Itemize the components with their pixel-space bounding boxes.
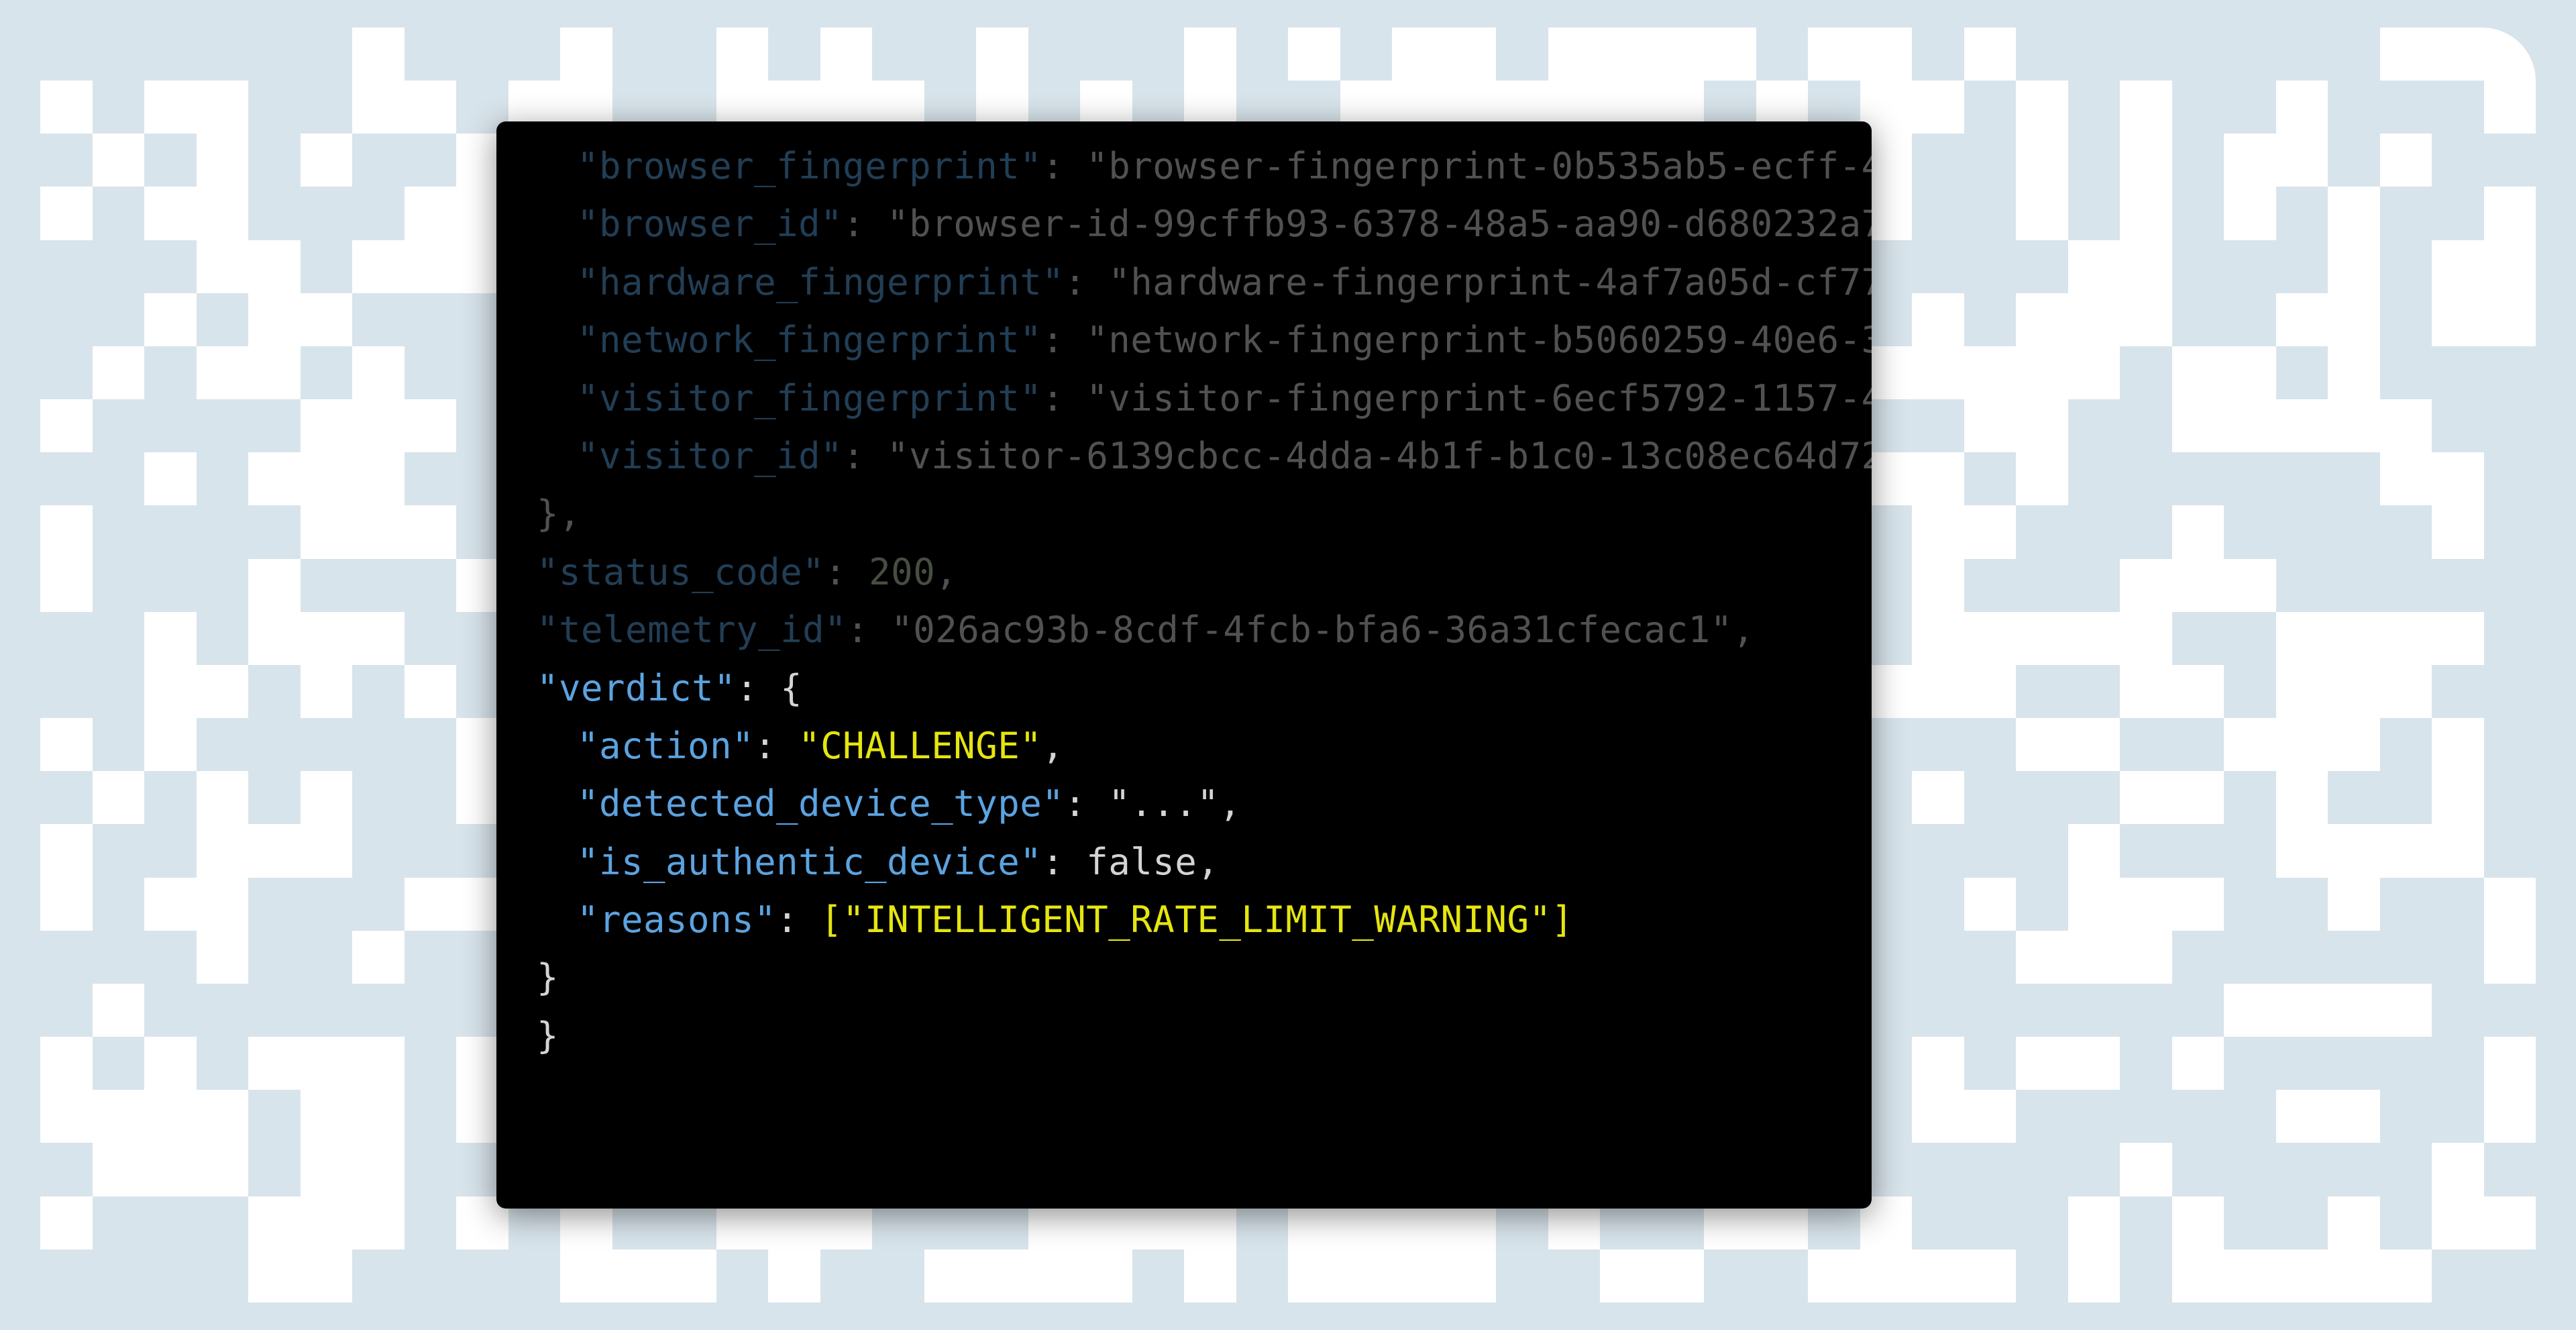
line-browser-fingerprint: "browser_fingerprint": "browser-fingerpr… xyxy=(496,138,1872,195)
line-reasons: "reasons": ["INTELLIGENT_RATE_LIMIT_WARN… xyxy=(496,891,1872,949)
json-key: "is_authentic_device" xyxy=(577,841,1042,883)
json-colon: : xyxy=(847,609,891,651)
json-colon: : xyxy=(736,667,780,709)
json-key: "visitor_fingerprint" xyxy=(577,377,1042,419)
line-verdict-close: } xyxy=(496,949,1872,1007)
json-comma: , xyxy=(1197,841,1219,883)
json-brace: }, xyxy=(537,493,581,535)
json-key: "hardware_fingerprint" xyxy=(577,261,1064,303)
json-comma: , xyxy=(1733,609,1755,651)
json-comma: , xyxy=(935,551,957,593)
json-key: "telemetry_id" xyxy=(537,609,847,651)
json-key: "status_code" xyxy=(537,551,824,593)
json-value: "hardware-fingerprint-4af7a05d-cf77-4f xyxy=(1108,261,1872,303)
json-colon: : xyxy=(843,203,887,245)
line-status-code: "status_code": 200, xyxy=(496,544,1872,601)
json-key: "detected_device_type" xyxy=(577,782,1064,825)
json-key: "reasons" xyxy=(577,899,776,941)
json-colon: : xyxy=(1042,841,1086,883)
json-value: "visitor-fingerprint-6ecf5792-1157-41ad xyxy=(1086,377,1872,419)
json-colon: : xyxy=(1042,319,1086,361)
json-value: false xyxy=(1086,841,1197,883)
line-action: "action": "CHALLENGE", xyxy=(496,717,1872,775)
json-colon: : xyxy=(843,435,887,477)
line-detected-device-type: "detected_device_type": "...", xyxy=(496,775,1872,833)
line-is-authentic-device: "is_authentic_device": false, xyxy=(496,833,1872,891)
json-brace: } xyxy=(537,956,559,999)
json-key: "network_fingerprint" xyxy=(577,319,1042,361)
line-visitor-fingerprint: "visitor_fingerprint": "visitor-fingerpr… xyxy=(496,370,1872,427)
line-verdict: "verdict": { xyxy=(496,660,1872,717)
json-brace: } xyxy=(537,1015,559,1057)
json-key: "visitor_id" xyxy=(577,435,843,477)
json-key: "browser_id" xyxy=(577,203,843,245)
json-colon: : xyxy=(1064,782,1108,825)
line-root-close: } xyxy=(496,1007,1872,1065)
json-value: "..." xyxy=(1108,782,1219,825)
json-colon: : xyxy=(1042,377,1086,419)
json-brace: { xyxy=(780,667,802,709)
json-colon: : xyxy=(824,551,869,593)
json-key: "action" xyxy=(577,725,754,767)
json-key: "browser_fingerprint" xyxy=(577,145,1042,187)
json-value: 200 xyxy=(869,551,935,593)
line-browser-id: "browser_id": "browser-id-99cffb93-6378-… xyxy=(496,195,1872,253)
json-colon: : xyxy=(776,899,820,941)
json-value: "browser-fingerprint-0b535ab5-ecff-4bc9 xyxy=(1086,145,1872,187)
code-panel: "browser_fingerprint": "browser-fingerpr… xyxy=(496,121,1872,1209)
line-close-brace: }, xyxy=(496,485,1872,543)
line-network-fingerprint: "network_fingerprint": "network-fingerpr… xyxy=(496,311,1872,369)
json-colon: : xyxy=(1042,145,1086,187)
json-colon: : xyxy=(1064,261,1108,303)
json-value: "CHALLENGE" xyxy=(798,725,1042,767)
json-value: ["INTELLIGENT_RATE_LIMIT_WARNING"] xyxy=(820,899,1573,941)
line-telemetry-id: "telemetry_id": "026ac93b-8cdf-4fcb-bfa6… xyxy=(496,601,1872,659)
json-value: "browser-id-99cffb93-6378-48a5-aa90-d680… xyxy=(887,203,1872,245)
line-visitor-id: "visitor_id": "visitor-6139cbcc-4dda-4b1… xyxy=(496,427,1872,485)
json-comma: , xyxy=(1219,782,1241,825)
json-colon: : xyxy=(754,725,798,767)
line-hardware-fingerprint: "hardware_fingerprint": "hardware-finger… xyxy=(496,254,1872,311)
json-value: "visitor-6139cbcc-4dda-4b1f-b1c0-13c08ec… xyxy=(887,435,1872,477)
json-key: "verdict" xyxy=(537,667,736,709)
pixel-container: "browser_fingerprint": "browser-fingerpr… xyxy=(40,28,2536,1302)
json-comma: , xyxy=(1042,725,1064,767)
json-value: "026ac93b-8cdf-4fcb-bfa6-36a31cfecac1" xyxy=(891,609,1732,651)
json-value: "network-fingerprint-b5060259-40e6-3f29 xyxy=(1086,319,1872,361)
